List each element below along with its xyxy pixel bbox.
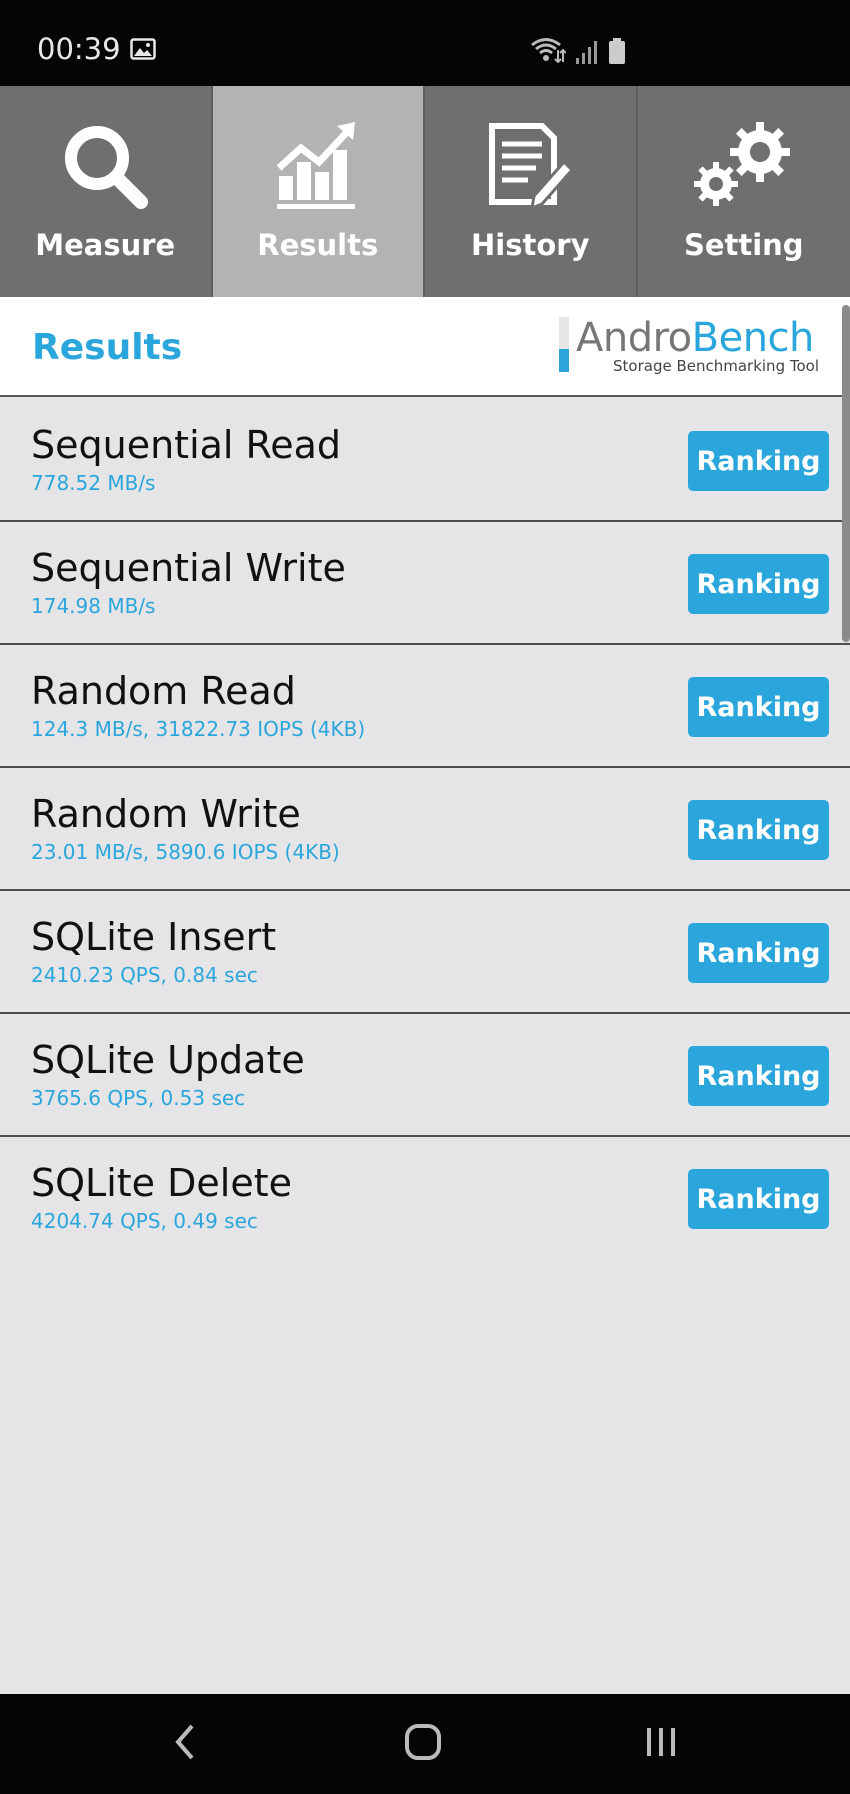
androbench-logo: AndroBench Storage Benchmarking Tool [558,315,823,387]
recents-button[interactable] [601,1694,721,1794]
result-value: 2410.23 QPS, 0.84 sec [31,963,258,987]
magnifier-icon [59,120,151,217]
result-value: 124.3 MB/s, 31822.73 IOPS (4KB) [31,717,366,741]
result-row-sqlite-delete: SQLite Delete 4204.74 QPS, 0.49 sec Rank… [0,1137,850,1260]
gears-icon [692,120,796,217]
signal-icon [576,40,598,69]
navigation-bar [0,1694,850,1794]
tab-label: Results [257,228,379,262]
result-value: 4204.74 QPS, 0.49 sec [31,1209,258,1233]
result-value: 3765.6 QPS, 0.53 sec [31,1086,246,1110]
recents-icon [643,1724,679,1765]
home-button[interactable] [363,1694,483,1794]
result-value: 778.52 MB/s [31,471,156,495]
ranking-button[interactable]: Ranking [688,800,829,860]
ranking-button[interactable]: Ranking [688,1169,829,1229]
status-time: 00:39 [37,32,121,66]
ranking-button[interactable]: Ranking [688,677,829,737]
ranking-button[interactable]: Ranking [688,431,829,491]
wifi-icon [530,36,567,69]
screen: 00:39 Measure Results History Setting Re… [0,0,850,1794]
back-button[interactable] [125,1694,245,1794]
ranking-button[interactable]: Ranking [688,923,829,983]
tab-label: History [471,228,590,262]
status-bar: 00:39 [0,0,850,86]
result-name: SQLite Delete [31,1161,292,1205]
page-title: Results [32,327,183,368]
results-header: Results AndroBench Storage Benchmarking … [0,297,850,397]
result-row-sequential-write: Sequential Write 174.98 MB/s Ranking [0,522,850,645]
result-value: 174.98 MB/s [31,594,156,618]
home-icon [403,1722,443,1767]
document-pencil-icon [484,120,576,217]
result-name: SQLite Insert [31,915,277,959]
result-name: Sequential Read [31,423,342,467]
result-row-sequential-read: Sequential Read 778.52 MB/s Ranking [0,399,850,522]
result-row-sqlite-insert: SQLite Insert 2410.23 QPS, 0.84 sec Rank… [0,891,850,1014]
logo-name-part-1: Andro [576,315,692,361]
gallery-icon [130,38,156,65]
result-name: Sequential Write [31,546,346,590]
result-name: Random Read [31,669,296,713]
ranking-button[interactable]: Ranking [688,554,829,614]
back-icon [170,1722,200,1767]
tab-setting[interactable]: Setting [637,86,850,297]
tab-history[interactable]: History [425,86,638,297]
result-row-sqlite-update: SQLite Update 3765.6 QPS, 0.53 sec Ranki… [0,1014,850,1137]
logo-name: AndroBench [576,315,814,361]
result-row-random-write: Random Write 23.01 MB/s, 5890.6 IOPS (4K… [0,768,850,891]
tab-label: Setting [683,228,804,262]
tab-bar: Measure Results History Setting [0,86,850,297]
result-name: SQLite Update [31,1038,305,1082]
logo-name-part-2: Bench [691,315,815,361]
battery-icon [608,38,626,69]
result-name: Random Write [31,792,301,836]
scrollbar[interactable] [842,305,850,642]
tab-results[interactable]: Results [212,86,425,297]
result-row-random-read: Random Read 124.3 MB/s, 31822.73 IOPS (4… [0,645,850,768]
ranking-button[interactable]: Ranking [688,1046,829,1106]
tab-measure[interactable]: Measure [0,86,213,297]
tab-label: Measure [35,228,176,262]
logo-subtitle: Storage Benchmarking Tool [613,357,819,375]
result-value: 23.01 MB/s, 5890.6 IOPS (4KB) [31,840,340,864]
chart-icon [275,120,361,215]
logo-bar [559,317,569,372]
